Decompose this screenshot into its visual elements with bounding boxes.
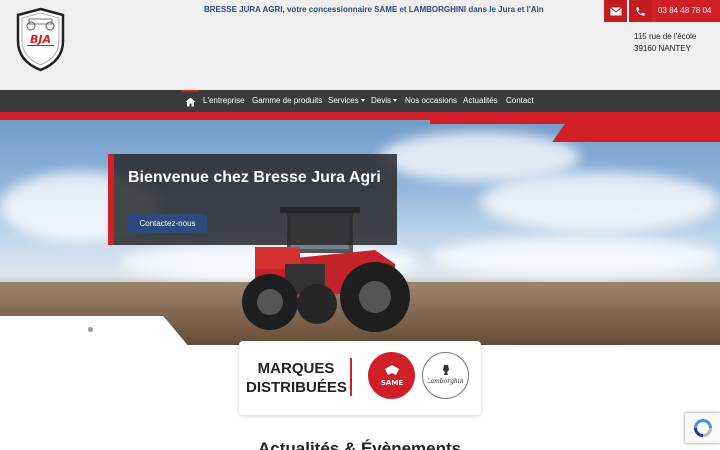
same-emblem: SAME [380, 364, 403, 387]
nav-label: Gamme de produits [252, 96, 323, 105]
news-section-title: Actualités & Évènements [258, 439, 462, 450]
nav-label: Actualités [463, 96, 498, 105]
slider-dot[interactable] [88, 327, 93, 332]
mail-icon [609, 6, 622, 15]
bja-logo[interactable]: BJA [15, 7, 66, 72]
cloud [480, 172, 720, 232]
recaptcha-badge[interactable] [684, 412, 720, 444]
address-city: 39160 NANTEY [634, 44, 691, 53]
nav-label: Services [328, 96, 359, 105]
chevron-down-icon [360, 99, 365, 103]
decor-stripe [552, 120, 720, 142]
address-street: 115 rue de l'école [634, 32, 697, 41]
home-icon [185, 97, 195, 107]
nav-item-occasions[interactable]: Nos occasions [405, 96, 457, 105]
nav-label: Nos occasions [405, 96, 458, 105]
nav-item-actualites[interactable]: Actualités [463, 96, 498, 105]
phone-icon [636, 6, 645, 16]
decor-stripe [0, 112, 720, 120]
svg-text:BJA: BJA [30, 33, 51, 46]
hero-title: Bienvenue chez Bresse Jura Agri [128, 169, 381, 186]
nav-label: L'entreprise [203, 96, 245, 105]
nav-item-contact[interactable]: Contact [506, 96, 534, 105]
site-tagline: BRESSE JURA AGRI, votre concessionnaire … [204, 5, 544, 14]
nav-label: Contact [506, 96, 534, 105]
nav-item-devis[interactable]: Devis [371, 96, 398, 105]
lamborghini-emblem: Lamborghini [428, 364, 464, 385]
nav-home[interactable] [181, 90, 199, 112]
cloud [430, 237, 720, 277]
brands-title: MARQUES DISTRIBUÉES [246, 360, 347, 396]
svg-text:Lamborghini: Lamborghini [428, 378, 464, 385]
nav-item-gamme[interactable]: Gamme de produits [252, 96, 322, 105]
decor-wedge [0, 316, 197, 345]
brands-divider [350, 358, 352, 396]
chevron-down-icon [393, 99, 398, 103]
phone-number[interactable]: 03 84 48 78 04 [658, 6, 711, 15]
nav-item-services[interactable]: Services [328, 96, 365, 105]
site-header: BJA BRESSE JURA AGRI, votre concessionna… [0, 0, 720, 90]
nav-label: Devis [371, 96, 392, 105]
phone-button[interactable] [629, 0, 652, 22]
same-logo[interactable]: SAME [368, 352, 415, 399]
svg-text:SAME: SAME [380, 379, 402, 387]
nav-item-entreprise[interactable]: L'entreprise [203, 96, 245, 105]
main-nav: L'entreprise Gamme de produits Services … [0, 90, 720, 112]
lamborghini-logo[interactable]: Lamborghini [422, 352, 469, 399]
mail-button[interactable] [604, 0, 627, 22]
contact-us-button[interactable]: Contactez-nous [128, 214, 207, 233]
recaptcha-icon [693, 419, 712, 437]
